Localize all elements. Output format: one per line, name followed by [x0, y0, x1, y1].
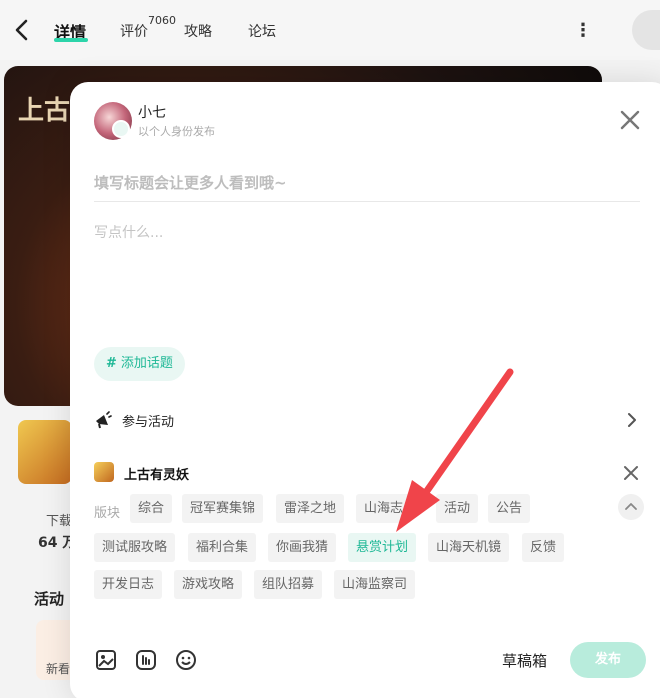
board-tag[interactable]: 测试服攻略: [94, 533, 176, 562]
join-activity-row[interactable]: 参与活动: [94, 405, 640, 435]
video-icon[interactable]: [134, 648, 158, 672]
game-name: 上古有灵妖: [124, 468, 190, 483]
top-nav-bar: 详情 评价 7060 攻略 论坛 ⋮: [0, 0, 660, 60]
board-tag[interactable]: 开发日志: [94, 570, 163, 599]
emoji-icon[interactable]: [174, 648, 198, 672]
board-tag[interactable]: 山海天机镜: [428, 533, 510, 562]
tab-forum[interactable]: 论坛: [248, 21, 276, 41]
join-activity-label: 参与活动: [122, 415, 175, 430]
game-cover-thumbnail: [18, 420, 72, 484]
megaphone-icon: [96, 411, 112, 429]
banner-logo: 上古: [18, 96, 71, 126]
title-input[interactable]: [94, 164, 640, 202]
board-tag[interactable]: 山海志: [356, 494, 412, 523]
board-tag[interactable]: 福利合集: [188, 533, 257, 562]
download-label: 下载: [46, 514, 73, 529]
user-name: 小七: [138, 105, 166, 121]
image-icon[interactable]: [94, 648, 118, 672]
board-tag[interactable]: 雷泽之地: [276, 494, 345, 523]
remove-game-icon[interactable]: [622, 464, 640, 482]
close-icon[interactable]: [616, 106, 644, 134]
tab-active-indicator: [54, 38, 88, 42]
identity-badge-icon: [112, 120, 130, 138]
more-options-icon[interactable]: ⋮: [574, 20, 592, 41]
board-tag[interactable]: 山海监察司: [334, 570, 416, 599]
selected-game-row: 上古有灵妖: [94, 462, 640, 486]
drafts-button[interactable]: 草稿箱: [502, 650, 547, 671]
activity-section-title: 活动: [34, 590, 65, 608]
activity-card-label: 新看: [46, 662, 71, 676]
search-button[interactable]: [632, 10, 660, 50]
tab-guides[interactable]: 攻略: [184, 21, 212, 41]
board-tag[interactable]: 反馈: [522, 533, 565, 562]
post-identity-label[interactable]: 以个人身份发布: [138, 123, 215, 139]
body-textarea[interactable]: [94, 222, 640, 332]
chevron-up-icon: [625, 503, 637, 510]
board-tag[interactable]: 游戏攻略: [174, 570, 243, 599]
tab-reviews[interactable]: 评价: [120, 21, 148, 41]
review-count-badge: 7060: [148, 14, 176, 27]
board-label: 版块: [94, 506, 121, 521]
board-tag[interactable]: 综合: [130, 494, 173, 523]
publish-button[interactable]: 发布: [570, 642, 646, 678]
game-icon: [94, 462, 114, 482]
board-tag[interactable]: 冠军赛集锦: [182, 494, 264, 523]
board-tag[interactable]: 公告: [488, 494, 531, 523]
composer-toolbar: 草稿箱 发布: [70, 638, 660, 682]
chevron-right-icon: [628, 413, 636, 427]
add-topic-label: 添加话题: [120, 356, 173, 371]
board-tag[interactable]: 你画我猜: [268, 533, 337, 562]
board-tag[interactable]: 活动: [436, 494, 479, 523]
board-tag-selected[interactable]: 悬赏计划: [348, 533, 417, 562]
post-composer-dialog: 小七 以个人身份发布 #添加话题 参与活动 上古有灵妖 版块 综合 冠军赛集锦 …: [70, 82, 660, 698]
hashtag-icon: #: [106, 356, 117, 371]
back-arrow-icon[interactable]: [12, 18, 32, 42]
collapse-tags-button[interactable]: [618, 494, 644, 520]
board-tag[interactable]: 组队招募: [254, 570, 323, 599]
add-topic-button[interactable]: # 添加话题: [94, 347, 185, 381]
